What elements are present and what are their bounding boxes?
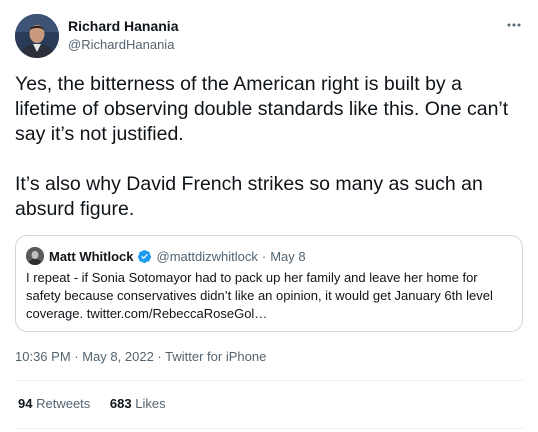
retweets-label: Retweets (36, 396, 91, 411)
likes-stat[interactable]: 683 Likes (110, 396, 166, 411)
tweet-card: Richard Hanania @RichardHanania Yes, the… (0, 0, 538, 432)
divider-bottom (15, 428, 525, 429)
more-horizontal-icon[interactable] (503, 16, 525, 34)
author-display-name[interactable]: Richard Hanania (68, 18, 178, 35)
tweet-source[interactable]: Twitter for iPhone (165, 349, 266, 364)
quoted-author-handle: @mattdizwhitlock (156, 248, 258, 264)
retweets-stat[interactable]: 94 Retweets (18, 396, 94, 411)
verified-badge-icon (137, 249, 151, 263)
likes-count: 683 (109, 396, 132, 411)
author-avatar-image (15, 14, 59, 58)
author-handle[interactable]: @RichardHanania (68, 36, 178, 53)
quoted-tweet-text: I repeat - if Sonia Sotomayor had to pac… (26, 270, 493, 321)
tweet-stats: 94 Retweets 683 Likes (18, 396, 182, 412)
author-names: Richard Hanania @RichardHanania (68, 18, 178, 53)
tweet-header: Richard Hanania @RichardHanania (15, 14, 525, 60)
divider-top (15, 380, 525, 381)
quoted-tweet-header: Matt Whitlock @mattdizwhitlock · May 8 (26, 247, 306, 265)
likes-label: Likes (135, 396, 166, 411)
quoted-author-avatar (26, 247, 44, 265)
author-avatar[interactable] (15, 14, 59, 58)
tweet-date[interactable]: May 8, 2022 (82, 349, 154, 364)
more-dots-glyph (507, 23, 521, 27)
retweets-count: 94 (18, 396, 33, 411)
quoted-avatar-image (26, 247, 44, 265)
meta-separator-1: · (74, 349, 79, 364)
quoted-tweet[interactable]: Matt Whitlock @mattdizwhitlock · May 8 I… (15, 235, 523, 332)
tweet-meta: 10:36 PM · May 8, 2022 · Twitter for iPh… (15, 349, 266, 365)
tweet-text: Yes, the bitterness of the American righ… (15, 73, 509, 220)
quoted-author-name: Matt Whitlock (49, 248, 134, 264)
tweet-time[interactable]: 10:36 PM (15, 349, 71, 364)
quoted-date: May 8 (270, 248, 306, 264)
meta-separator-2: · (157, 349, 162, 364)
quoted-separator: · (261, 248, 267, 264)
